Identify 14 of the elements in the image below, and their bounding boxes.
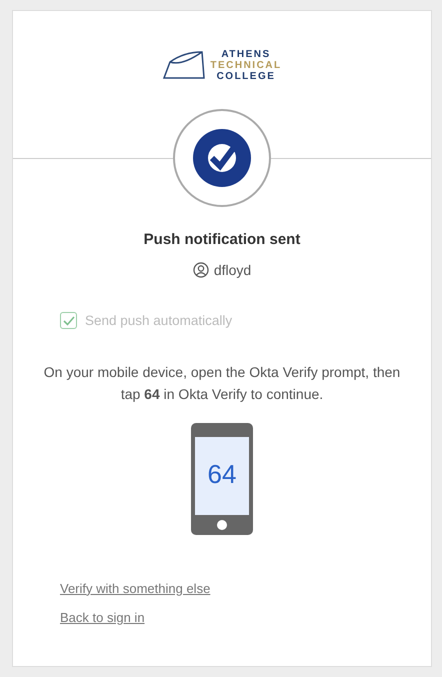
page-title: Push notification sent	[144, 230, 300, 250]
code-number: 64	[206, 458, 238, 489]
instructions: On your mobile device, open the Okta Verify prompt, then tap 64 in Okta Verify to continue.	[42, 362, 402, 404]
checkbox-label: Send push automatically	[85, 312, 232, 330]
building-logo-icon	[162, 50, 206, 80]
logo-text: TECHNICAL	[210, 60, 282, 70]
check-badge-icon	[192, 128, 252, 188]
user-icon	[192, 262, 209, 278]
logo-text: COLLEGE	[216, 70, 276, 82]
logo-text: ATHENS	[220, 48, 272, 60]
check-icon	[62, 316, 74, 326]
text-link[interactable]: Back to sign in	[60, 608, 145, 628]
text-link[interactable]: Verify with something else	[60, 578, 210, 598]
username: dfloyd	[214, 260, 252, 280]
